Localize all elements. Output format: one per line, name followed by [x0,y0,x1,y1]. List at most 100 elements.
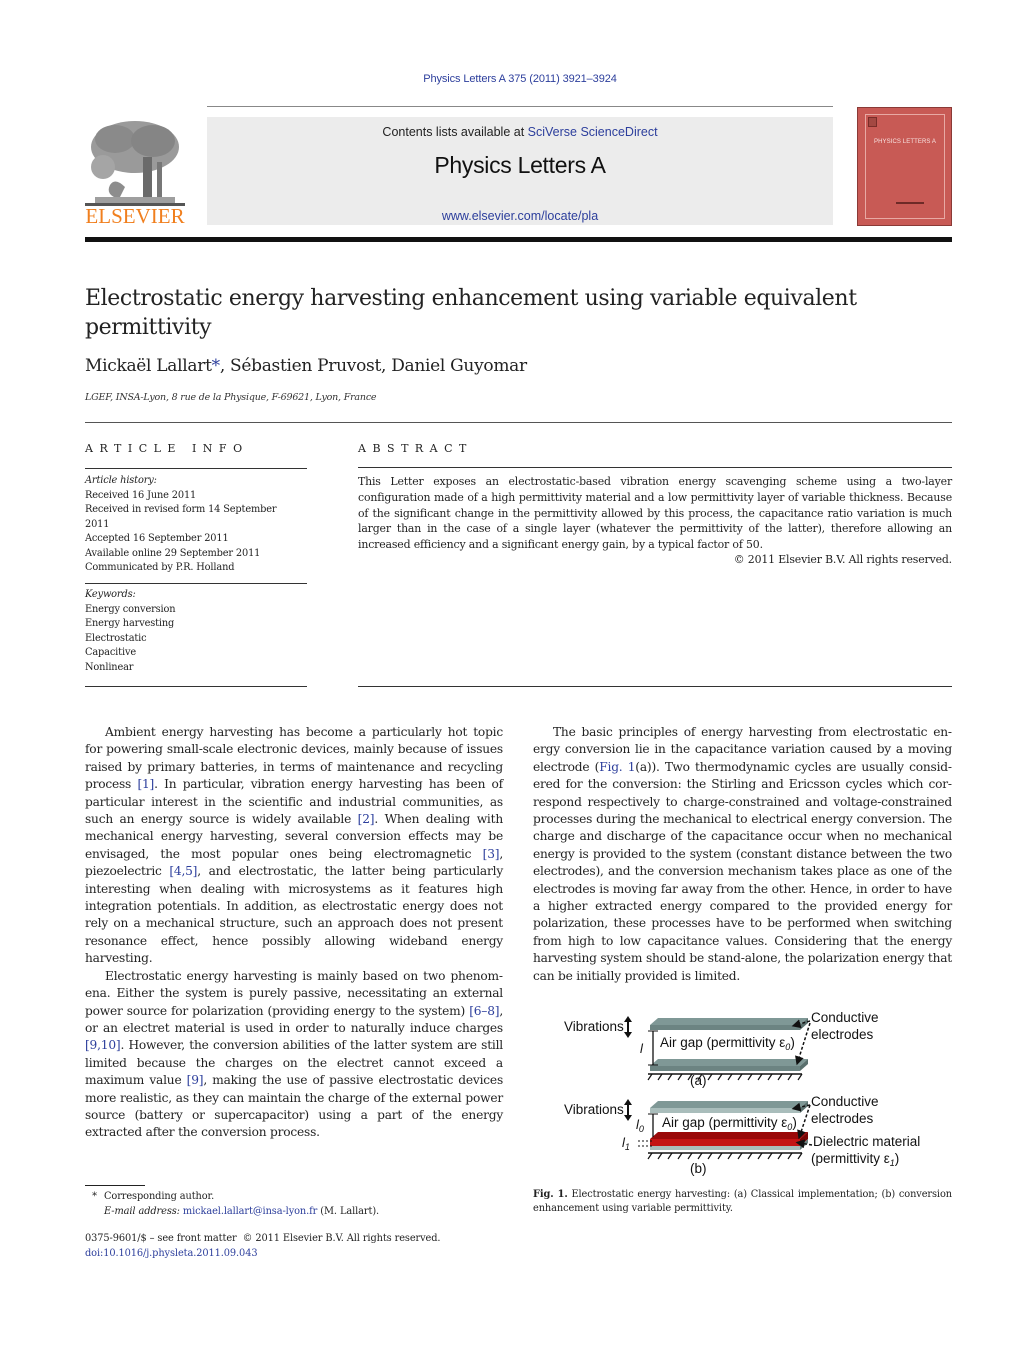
keywords: Keywords: Energy conversion Energy harve… [85,588,310,675]
citation-link[interactable]: [6–8] [469,1004,499,1018]
figure-caption-label: Fig. 1. [533,1189,568,1200]
body-paragraph: Electrostatic energy harvesting is mainl… [85,968,503,1142]
figure-caption-text: Electrostatic energy harvesting: (a) Cla… [533,1189,952,1214]
history-item: Received in revised form 14 September 20… [85,504,277,530]
citation-link[interactable]: [4,5] [169,864,197,878]
journal-header-box: Contents lists available at SciVerse Sci… [207,117,833,225]
figure-1: Vibrations l Air gap (permittivity ε0) C… [560,1003,940,1178]
keyword-item: Energy conversion [85,603,176,615]
elsevier-wordmark: ELSEVIER [85,204,184,227]
keyword-item: Energy harvesting [85,618,175,629]
citation-link[interactable]: Fig. 1 [599,760,635,774]
footnote-star: * [92,1191,97,1202]
affiliation: LGEF, INSA-Lyon, 8 rue de la Physique, F… [85,392,377,403]
article-history: Article history: Received 16 June 2011 R… [85,474,310,576]
author-name: Daniel Guyomar [391,356,527,376]
conductive-label-b-1: Conductive [811,1094,879,1109]
top-electrode-a [650,1018,808,1025]
history-item: Available online 29 September 2011 [85,547,261,559]
history-item: Communicated by P.R. Holland [85,562,235,573]
panel-label-a: (a) [690,1073,707,1088]
dielectric-label-2: (permittivity ε1) [811,1151,899,1168]
vibrations-label-a: Vibrations [564,1019,624,1034]
cover-title: PHYSICS LETTERS A [873,139,937,145]
citation-link[interactable]: [9] [187,1073,204,1087]
doi-link[interactable]: doi:10.1016/j.physleta.2011.09.043 [85,1247,505,1262]
cover-frame: PHYSICS LETTERS A [865,114,945,219]
keyword-item: Electrostatic [85,632,147,644]
keywords-rule [85,583,307,584]
citation-link[interactable]: [2] [358,812,375,826]
keywords-label: Keywords: [85,589,136,600]
gap1-symbol: l1 [622,1135,630,1152]
journal-name: Physics Letters A [434,152,606,178]
header-thick-rule [85,237,952,242]
bottom-electrode-a [650,1059,808,1066]
body-text: Electrostatic energy harvesting is mainl… [85,968,503,1018]
figure-caption: Fig. 1. Electrostatic energy harvesting:… [533,1188,952,1216]
abstract-text: This Letter exposes an electrostatic-bas… [358,475,952,552]
history-item: Received 16 June 2011 [85,489,197,501]
keyword-item: Capacitive [85,647,136,658]
abstract-heading: ABSTRACT [358,442,473,455]
air-gap-label-a: Air gap (permittivity ε0) [660,1035,795,1052]
corresponding-author-note: Corresponding author. [104,1191,215,1202]
corresponding-author-mark[interactable]: * [212,356,221,376]
body-paragraph: The basic principles of energy harvestin… [533,724,952,985]
journal-cover-thumbnail[interactable]: PHYSICS LETTERS A [857,107,952,226]
contents-line: Contents lists available at SciVerse Sci… [207,125,833,139]
article-title: Electrostatic energy harvesting enhancem… [85,286,857,340]
conductive-label-a-1: Conductive [811,1010,879,1025]
vibration-arrow-icon [624,1099,632,1121]
body-right-column: The basic principles of energy harvestin… [533,724,952,985]
figure-panel-a: Vibrations l Air gap (permittivity ε0) C… [564,1010,879,1088]
dielectric-layer [650,1132,808,1139]
ground-hatch-a [647,1073,803,1081]
abstract-rule [358,467,952,468]
vibrations-label-b: Vibrations [564,1102,624,1117]
elsevier-tree-icon: ELSEVIER [85,121,185,228]
citation-link[interactable]: [3] [483,847,500,861]
elsevier-logo[interactable]: ELSEVIER [85,117,185,228]
conductive-label-b-2: electrodes [811,1111,874,1126]
body-paragraph: Ambient energy harvesting has become a p… [85,724,503,968]
footnote: * Corresponding author. E-mail address: m… [85,1189,505,1219]
body-left-column: Ambient energy harvesting has become a p… [85,724,503,1142]
panel-label-b: (b) [690,1161,707,1176]
abstract-copyright: © 2011 Elsevier B.V. All rights reserved… [733,553,952,566]
contents-prefix: Contents lists available at [382,125,528,139]
sciencedirect-link[interactable]: SciVerse ScienceDirect [528,125,658,139]
email-label: E-mail address: [104,1206,180,1217]
article-info-rule [85,468,307,469]
author-name: Sébastien Pruvost [230,356,381,376]
gap-symbol-a: l [640,1041,644,1056]
citation-link[interactable]: [9,10] [85,1038,121,1052]
keyword-item: Nonlinear [85,661,134,673]
body-text: , and electrostatic, the latter being pa… [85,864,503,966]
email-suffix: (M. Lallart). [317,1206,380,1217]
author-name: Mickaël Lallart [85,356,212,376]
abstract-bottom-rule [358,686,952,687]
conductive-label-a-2: electrodes [811,1027,874,1042]
figure-panel-b: Vibrations l0 l1 Air gap (permittivity ε… [564,1094,920,1176]
citation-link[interactable]: [1] [137,777,154,791]
history-item: Accepted 16 September 2011 [85,533,229,544]
section-rule [85,422,952,423]
cover-logo-icon [868,117,877,127]
ground-hatch-b [647,1152,803,1160]
header-top-rule [207,106,833,107]
issn-line: 0375-9601/$ – see front matter © 2011 El… [85,1233,441,1244]
journal-url-link[interactable]: www.elsevier.com/locate/pla [207,209,833,223]
journal-reference-link[interactable]: Physics Letters A 375 (2011) 3921–3924 [0,73,1020,85]
body-text: (a)). Two thermodynamic cycles are usual… [533,759,952,983]
gap0-symbol: l0 [636,1117,644,1134]
air-gap-label-b: Air gap (permittivity ε0) [662,1115,797,1132]
article-info-heading: ARTICLE INFO [85,442,249,455]
vibration-arrow-icon [624,1016,632,1038]
issn-block: 0375-9601/$ – see front matter © 2011 El… [85,1232,505,1261]
history-label: Article history: [85,475,157,486]
author-email-link[interactable]: mickael.lallart@insa-lyon.fr [183,1206,317,1217]
footnote-rule [85,1185,145,1186]
author-list: Mickaël Lallart*, Sébastien Pruvost, Dan… [85,356,527,376]
dielectric-label-1: Dielectric material [813,1134,920,1149]
